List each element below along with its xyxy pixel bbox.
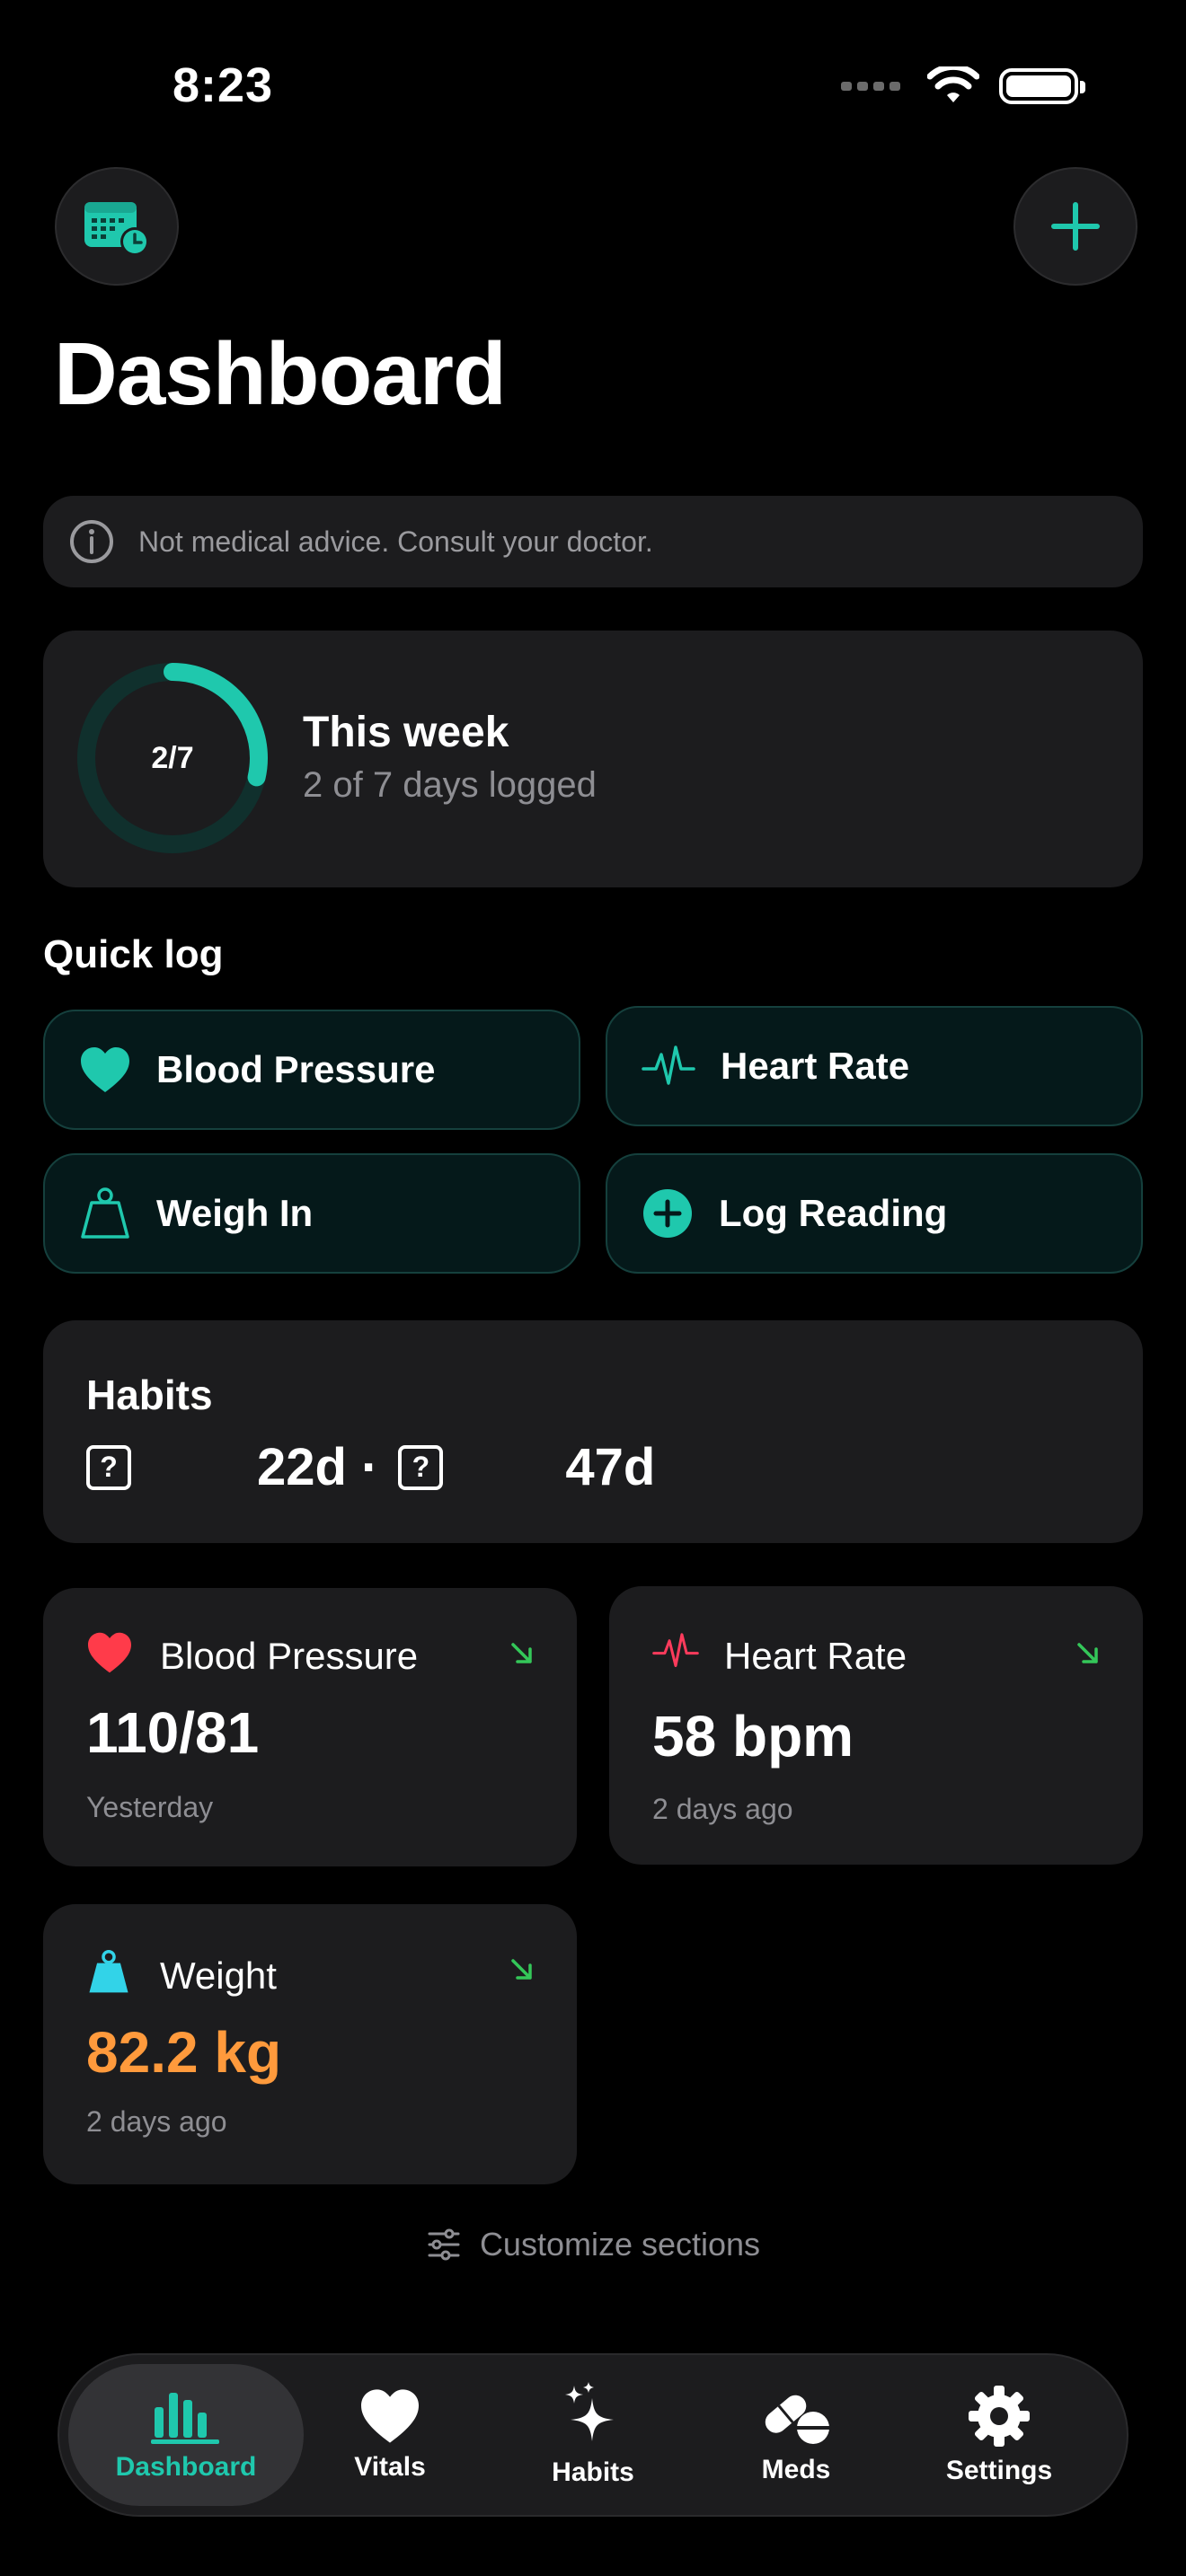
battery-icon	[999, 68, 1085, 104]
heart-rate-card[interactable]: Heart Rate 58 bpm 2 days ago	[609, 1586, 1143, 1865]
info-icon	[70, 520, 113, 563]
signal-icon	[841, 82, 900, 91]
calendar-history-button[interactable]	[55, 167, 179, 286]
heart-icon	[81, 1047, 129, 1092]
week-title: This week	[303, 709, 509, 756]
disclaimer-banner: Not medical advice. Consult your doctor.	[43, 496, 1143, 587]
calendar-clock-icon	[84, 202, 149, 256]
habit-streak: 47d	[565, 1438, 656, 1496]
tab-label: Habits	[552, 2457, 634, 2487]
waveform-icon	[642, 1045, 695, 1085]
scale-icon	[81, 1187, 129, 1239]
quick-log-title: Quick log	[43, 932, 224, 976]
habit-streak: 22d ·	[257, 1438, 379, 1496]
quick-log-label: Log Reading	[719, 1192, 948, 1234]
metric-timestamp: 2 days ago	[86, 2105, 227, 2138]
heart-icon	[88, 1632, 131, 1673]
tab-label: Dashboard	[115, 2452, 257, 2482]
metric-label: Blood Pressure	[160, 1635, 419, 1677]
quick-log-label: Heart Rate	[721, 1045, 910, 1087]
weight-card[interactable]: Weight 82.2 kg 2 days ago	[43, 1904, 577, 2184]
customize-sections-button[interactable]: Customize sections	[0, 2226, 1186, 2263]
disclaimer-text: Not medical advice. Consult your doctor.	[138, 525, 653, 558]
tab-habits[interactable]: Habits	[491, 2364, 695, 2506]
status-time: 8:23	[173, 58, 274, 112]
quick-log-log-reading-button[interactable]: Log Reading	[606, 1153, 1143, 1274]
quick-log-label: Weigh In	[156, 1192, 314, 1234]
tab-vitals[interactable]: Vitals	[288, 2364, 492, 2506]
tab-dashboard[interactable]: Dashboard	[68, 2364, 304, 2506]
progress-ring: 2/7	[75, 661, 270, 855]
unknown-habit-icon: ?	[86, 1444, 131, 1490]
plus-circle-icon	[643, 1189, 692, 1238]
tab-label: Settings	[945, 2456, 1053, 2485]
metric-value: 82.2 kg	[86, 2020, 282, 2085]
pills-icon	[765, 2395, 829, 2444]
plus-icon	[1051, 202, 1100, 251]
tab-label: Vitals	[354, 2452, 426, 2482]
trend-down-icon	[511, 1643, 532, 1663]
trend-down-icon	[511, 1959, 532, 1980]
wifi-icon	[927, 66, 979, 102]
metric-label: Weight	[160, 1954, 277, 1997]
habit-streaks: ? 22d · ? 47d	[86, 1437, 655, 1497]
chart-bars-icon	[151, 2393, 219, 2444]
page-title: Dashboard	[54, 324, 507, 423]
metric-value: 58 bpm	[652, 1704, 854, 1769]
habits-card[interactable]: Habits ? 22d · ? 47d	[43, 1320, 1143, 1543]
tab-meds[interactable]: Meds	[694, 2364, 898, 2506]
habits-title: Habits	[86, 1372, 213, 1418]
sparkles-icon	[565, 2382, 614, 2441]
quick-log-heart-rate-button[interactable]: Heart Rate	[606, 1006, 1143, 1126]
scale-icon	[89, 1950, 128, 1993]
waveform-icon	[652, 1633, 699, 1667]
quick-log-blood-pressure-button[interactable]: Blood Pressure	[43, 1010, 580, 1130]
customize-label: Customize sections	[479, 2226, 761, 2263]
add-button[interactable]	[1013, 167, 1137, 286]
gear-icon	[969, 2386, 1030, 2447]
week-subtitle: 2 of 7 days logged	[303, 765, 597, 805]
weekly-progress-card[interactable]: 2/7 This week 2 of 7 days logged	[43, 631, 1143, 887]
metric-label: Heart Rate	[724, 1635, 907, 1677]
heart-icon	[361, 2389, 419, 2443]
blood-pressure-card[interactable]: Blood Pressure 110/81 Yesterday	[43, 1588, 577, 1866]
tab-bar: Dashboard Vitals Habits Meds Settings	[58, 2353, 1128, 2517]
metric-timestamp: Yesterday	[86, 1791, 214, 1823]
quick-log-weigh-in-button[interactable]: Weigh In	[43, 1153, 580, 1274]
tab-settings[interactable]: Settings	[897, 2364, 1102, 2506]
metric-value: 110/81	[86, 1700, 260, 1765]
status-icons	[841, 66, 1085, 106]
trend-down-icon	[1077, 1643, 1098, 1663]
metric-timestamp: 2 days ago	[652, 1793, 793, 1825]
unknown-habit-icon: ?	[398, 1444, 444, 1490]
sliders-icon	[428, 2228, 460, 2261]
ring-label: 2/7	[151, 740, 194, 775]
tab-label: Meds	[761, 2455, 831, 2484]
quick-log-label: Blood Pressure	[156, 1048, 436, 1090]
